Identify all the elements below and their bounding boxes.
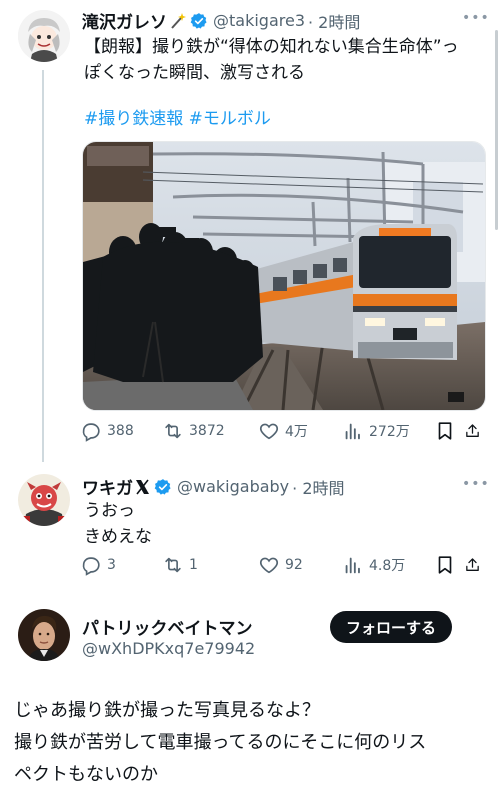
heart-icon (259, 423, 279, 440)
tweet1-reply-button[interactable]: 388 (80, 420, 162, 442)
avatar-patrick[interactable] (18, 609, 70, 661)
tweet1-media-image[interactable] (82, 141, 486, 411)
tweet1-hashtags[interactable]: #撮り鉄速報 #モルボル (84, 106, 271, 132)
reply-icon (82, 423, 100, 442)
tweet1-retweet-button[interactable]: 3872 (162, 420, 258, 442)
tweet1-like-count: 4万 (285, 424, 308, 440)
tweet2-like-button[interactable]: 92 (258, 554, 342, 576)
tweet3-text-line3: ペクトもないのか (14, 764, 158, 785)
tweet1-share-button[interactable] (464, 420, 486, 442)
tweet3-text-line1: じゃあ撮り鉄が撮った写真見るなよ？ (14, 700, 320, 721)
follow-button[interactable]: フォローする (330, 611, 452, 643)
tweet2-reply-button[interactable]: 3 (80, 554, 162, 576)
tweet2-text-line1: うおっ (84, 501, 135, 521)
share-icon (466, 424, 479, 437)
tweet1-reply-count: 388 (107, 423, 134, 439)
tweet3-handle[interactable]: @wXhDPKxq7e79942 (82, 639, 255, 658)
tweet1-view-count: 272万 (369, 424, 410, 440)
tweet2-like-count: 92 (285, 557, 303, 573)
tweet2-share-button[interactable] (464, 554, 486, 576)
bookmark-icon (438, 422, 452, 440)
verified-badge-icon (154, 478, 172, 496)
tweet2-actions: 3 1 92 4.8万 (80, 554, 486, 576)
tweet3-author-name[interactable]: パトリックベイトマン (82, 614, 253, 639)
views-chart-icon (345, 557, 360, 574)
retweet-icon (165, 557, 181, 573)
x-logo-icon (135, 479, 150, 495)
tweet3-text-line2: 撮り鉄が苦労して電車撮ってるのにそこに何のリス (14, 732, 427, 753)
tweet2-view-count: 4.8万 (369, 558, 406, 574)
heart-icon (259, 557, 279, 574)
tweet1-like-button[interactable]: 4万 (258, 420, 342, 442)
sparkle-wand-icon (170, 12, 186, 30)
tweet1-header: 滝沢ガレソ @takigare3 · 2時間 (82, 8, 360, 33)
tweet1-text-line1: 【朗報】撮り鉄が“得体の知れない集合生命体”っ (84, 37, 459, 57)
tweet1-text-line2: ぽくなった瞬間、激写される (84, 63, 305, 83)
tweet2-time[interactable]: · 2時間 (292, 475, 344, 499)
share-icon (466, 558, 479, 571)
tweet2-reply-count: 3 (107, 557, 116, 573)
views-chart-icon (345, 423, 360, 440)
tweet3-header: パトリックベイトマン (82, 614, 253, 639)
tweet1-retweet-count: 3872 (189, 423, 225, 439)
tweet2-author-name[interactable]: ワキガ (82, 474, 133, 499)
tweet1-views-button[interactable]: 272万 (342, 420, 434, 442)
tweet1-author-name[interactable]: 滝沢ガレソ (82, 8, 167, 33)
tweet2-retweet-count: 1 (189, 557, 198, 573)
tweet1-time[interactable]: · 2時間 (308, 9, 360, 33)
avatar-takigare[interactable] (18, 10, 70, 62)
tweet2-handle[interactable]: @wakigababy (177, 477, 289, 496)
tweet2-bookmark-button[interactable] (434, 554, 464, 576)
tweet1-handle[interactable]: @takigare3 (213, 11, 305, 30)
tweet2-more-icon[interactable]: ••• (462, 476, 490, 492)
bookmark-icon (438, 556, 452, 574)
tweet2-views-button[interactable]: 4.8万 (342, 554, 434, 576)
tweet2-header: ワキガ @wakigababy · 2時間 (82, 474, 345, 499)
scrollbar[interactable] (495, 30, 498, 230)
tweet2-text-line2: きめえな (84, 527, 152, 547)
tweet2-retweet-button[interactable]: 1 (162, 554, 258, 576)
train-photo (83, 142, 485, 410)
tweet1-more-icon[interactable]: ••• (462, 10, 490, 26)
reply-icon (82, 557, 100, 576)
tweet1-bookmark-button[interactable] (434, 420, 464, 442)
verified-badge-icon (190, 12, 208, 30)
avatar-wakiga[interactable] (18, 474, 70, 526)
tweet1-actions: 388 3872 4万 272万 (80, 420, 486, 442)
retweet-icon (165, 423, 181, 439)
thread-connector-1 (42, 70, 44, 462)
